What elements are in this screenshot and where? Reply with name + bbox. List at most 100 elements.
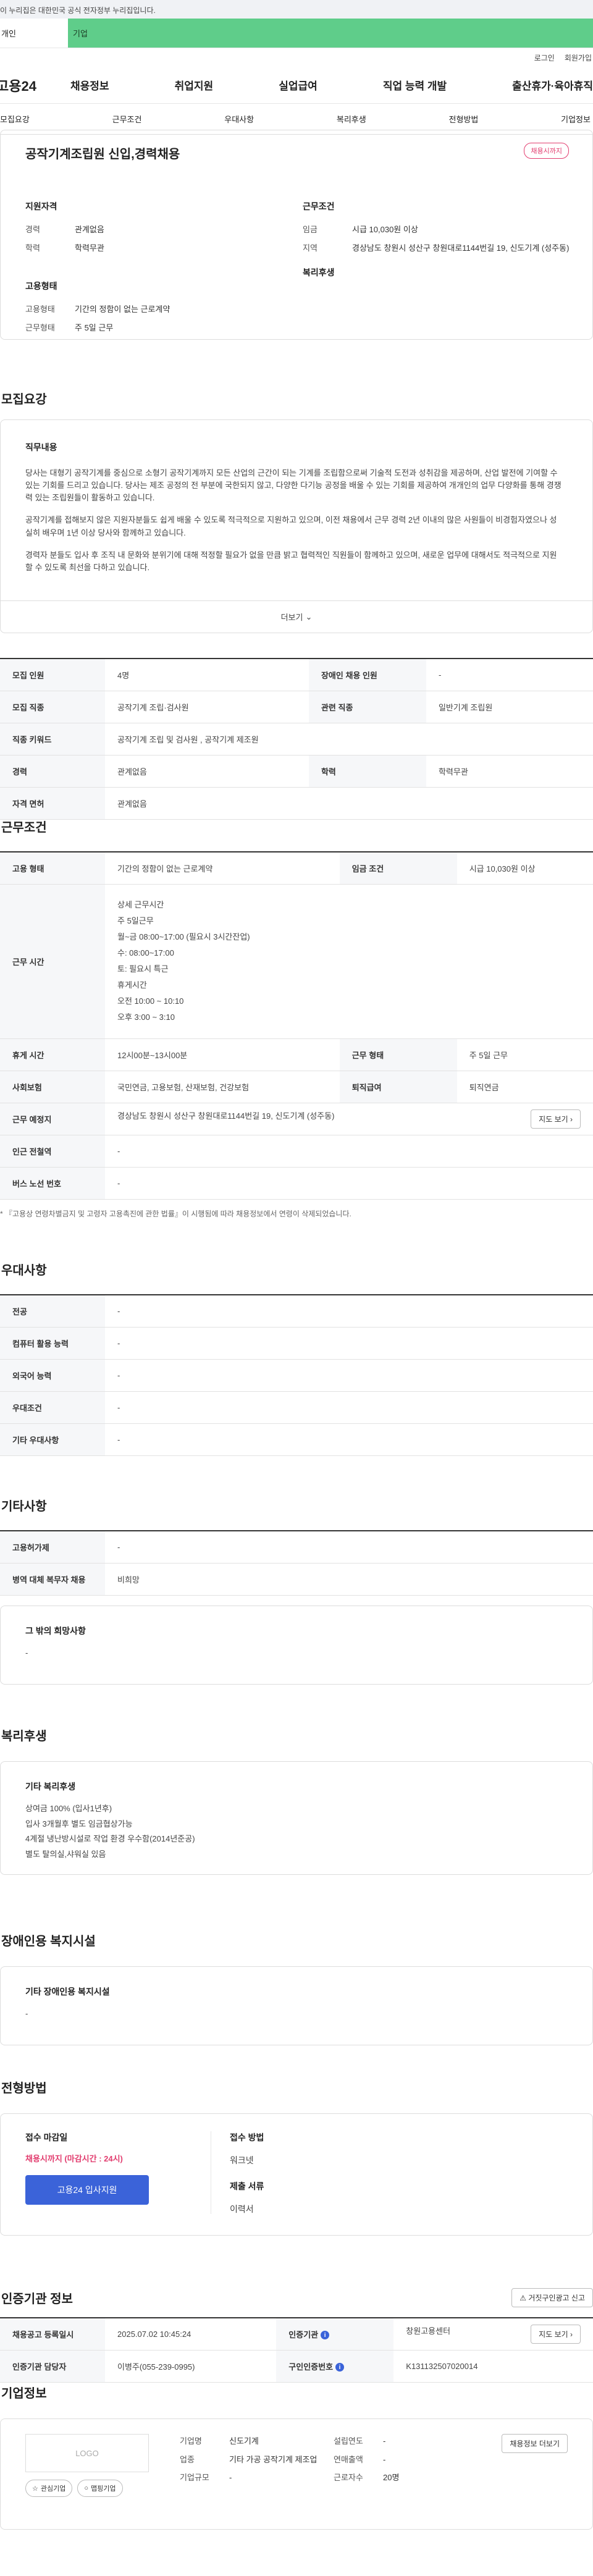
util-nav: 로그인 회원가입	[0, 48, 593, 67]
global-nav: 고용24 채용정보 취업지원 실업급여 직업 능력 개발 출산휴가·육아휴직	[0, 67, 593, 104]
emp-value: 기간의 정함이 없는 근로계약	[75, 305, 170, 314]
info-icon[interactable]: i	[321, 2331, 330, 2340]
agency-title: 인증기관 정보	[1, 2292, 73, 2306]
tab-welfare[interactable]: 복리후생	[337, 113, 366, 125]
report-button[interactable]: ⚠ 거짓구인광고 신고	[511, 2288, 593, 2307]
recruit-section: 모집요강 직무내용 당사는 대형기 공작기계를 중심으로 소형기 공작기계까지 …	[0, 389, 593, 820]
mapping-company-label: 맵핑기업	[91, 2485, 116, 2493]
table-key: 병역 대체 복무자 채용	[0, 1563, 105, 1596]
gnb-item-training[interactable]: 직업 능력 개발	[383, 77, 447, 93]
tab-recruit[interactable]: 모집요강	[0, 113, 30, 125]
favorite-company-button[interactable]: ☆ 관심기업	[25, 2480, 73, 2497]
apply-title: 전형방법	[1, 2082, 47, 2095]
cond-row: 임금 시급 10,030원 이상	[303, 224, 574, 236]
disabled-box-heading: 기타 장애인용 복지시설	[25, 1987, 110, 1997]
company-actions: ☆ 관심기업 ○ 맵핑기업	[25, 2480, 180, 2497]
gnb-item-leave[interactable]: 출산휴가·육아휴직	[512, 77, 593, 93]
tab-pref[interactable]: 우대사항	[224, 113, 254, 125]
table-row: 버스 노선 번호 -	[0, 1167, 593, 1200]
tab-company[interactable]: 기업정보	[561, 113, 591, 125]
tab-individual[interactable]: 개인	[0, 19, 68, 48]
apply-section: 전형방법 접수 마감일 채용시까지 (마감시간 : 24시) 고용24 입사지원…	[0, 2078, 593, 2236]
favorite-company-label: 관심기업	[40, 2485, 66, 2493]
recruit-title: 모집요강	[1, 393, 47, 406]
gnb-item-jobs[interactable]: 채용정보	[70, 77, 109, 93]
etc-section: 기타사항 고용허가제 - 병역 대체 복무자 채용 비희망 그 밖의 희망사항 -	[0, 1496, 593, 1685]
mapping-company-button[interactable]: ○ 맵핑기업	[77, 2480, 123, 2497]
company-jobs-more-button[interactable]: 채용정보 더보기	[502, 2434, 568, 2453]
site-logo[interactable]: 고용24	[0, 75, 70, 95]
info-icon[interactable]: i	[335, 2363, 345, 2372]
table-key: 우대조건	[0, 1391, 105, 1424]
table-key: 자격 면허	[0, 787, 105, 820]
welfare-line: 상여금 100% (입사1년후)	[25, 1804, 112, 1813]
login-link[interactable]: 로그인	[534, 53, 555, 63]
chevron-right-icon: ›	[570, 2330, 573, 2339]
tab-company[interactable]: 기업	[68, 19, 593, 48]
job-description-box: 직무내용 당사는 대형기 공작기계를 중심으로 소형기 공작기계까지 모든 산업…	[0, 419, 593, 633]
table-key: 근무 예정지	[0, 1103, 105, 1135]
chevron-right-icon: ›	[570, 1114, 573, 1124]
gnb-item-unemployment[interactable]: 실업급여	[279, 77, 318, 93]
apply-deadline-column: 접수 마감일 채용시까지 (마감시간 : 24시) 고용24 입사지원	[25, 2131, 211, 2214]
signup-link[interactable]: 회원가입	[565, 53, 592, 63]
tab-work[interactable]: 근무조건	[112, 113, 142, 125]
work-time-line: 수: 08:00~17:00	[117, 948, 174, 958]
table-key: 버스 노선 번호	[0, 1167, 105, 1200]
table-key: 인근 전철역	[0, 1135, 105, 1168]
table-key: 모집 인원	[0, 659, 105, 691]
company-info-row: 업종 기타 가공 공작기계 제조업	[180, 2454, 334, 2466]
company-info-row: 기업규모 -	[180, 2472, 334, 2484]
map-button[interactable]: 지도 보기 ›	[531, 1109, 581, 1129]
apply-button[interactable]: 고용24 입사지원	[25, 2175, 149, 2205]
company-key: 근로자수	[334, 2473, 363, 2482]
disabled-box: 기타 장애인용 복지시설 -	[0, 1966, 593, 2045]
qual-key: 학력	[25, 243, 40, 253]
company-info-row: 근로자수 20명	[334, 2472, 487, 2484]
desc-paragraph: 경력자 분들도 입사 후 조직 내 문화와 분위기에 대해 적정할 필요가 없을…	[25, 550, 557, 572]
qual-key: 경력	[25, 225, 40, 234]
docs-value: 이력서	[230, 2203, 254, 2214]
company-key: 설립연도	[334, 2436, 363, 2446]
welfare-line: 별도 탈의실,샤워실 있음	[25, 1850, 106, 1859]
circle-icon: ○	[84, 2485, 89, 2492]
more-button[interactable]: 더보기 ⌄	[1, 600, 592, 633]
tab-apply[interactable]: 전형방법	[449, 113, 479, 125]
docs-heading: 제출 서류	[230, 2181, 264, 2191]
table-value: 비희망	[105, 1563, 593, 1596]
agency-org-value: 창원고용센터	[406, 2326, 451, 2336]
table-key: 기타 우대사항	[0, 1423, 105, 1456]
agency-header: 인증기관 정보 ⚠ 거짓구인광고 신고	[0, 2288, 593, 2307]
agency-table: 채용공고 등록일시 2025.07.02 10:45:24 인증기관 i 창원고용센터 지…	[0, 2317, 593, 2383]
etc-title: 기타사항	[1, 1500, 47, 1513]
more-label: 더보기	[280, 613, 303, 622]
table-key: 모집 직종	[0, 691, 105, 723]
table-value: -	[105, 1295, 593, 1328]
cond-column: 근무조건 임금 시급 10,030원 이상 지역 경상남도 창원시 성산구 창원대로…	[296, 200, 574, 340]
company-title: 기업정보	[1, 2387, 47, 2401]
company-key: 업종	[180, 2454, 195, 2464]
table-value: K131132507020014	[393, 2350, 593, 2383]
cond-key: 지역	[303, 243, 318, 253]
work-time-line: 토: 필요시 특근	[117, 964, 169, 974]
agency-map-button[interactable]: 지도 보기 ›	[531, 2324, 581, 2344]
company-value: -	[383, 2454, 386, 2464]
table-value: 창원고용센터 지도 보기 ›	[393, 2318, 593, 2351]
etc-wish-value: -	[25, 1648, 28, 1657]
emp-value: 주 5일 근무	[75, 322, 114, 332]
table-row: 모집 직종 공작기계 조립·검사원 관련 직종 일반기계 조립원	[0, 691, 593, 723]
emp-key: 근무형태	[25, 322, 55, 332]
table-key: 근무 형태	[339, 1038, 457, 1071]
table-row: 경력 관계없음 학력 학력무관	[0, 755, 593, 788]
table-row: 기타 우대사항 -	[0, 1423, 593, 1456]
company-key: 기업규모	[180, 2473, 209, 2482]
work-time-line: 상세 근무시간	[117, 900, 164, 909]
qual-row: 학력 학력무관	[25, 242, 296, 255]
work-time-line: 오후 3:00 ~ 3:10	[117, 1012, 175, 1022]
table-value: 일반기계 조립원	[426, 691, 593, 723]
table-row: 모집 인원 4명 장애인 채용 인원 -	[0, 659, 593, 691]
company-info-column-2: 설립연도 - 연매출액 - 근로자수 20명	[334, 2434, 487, 2514]
work-place-text: 경상남도 창원시 성산구 창원대로1144번길 19, 신도기계 (성주동)	[117, 1111, 335, 1121]
company-key: 연매출액	[334, 2454, 363, 2464]
gnb-item-employment-support[interactable]: 취업지원	[175, 77, 214, 93]
